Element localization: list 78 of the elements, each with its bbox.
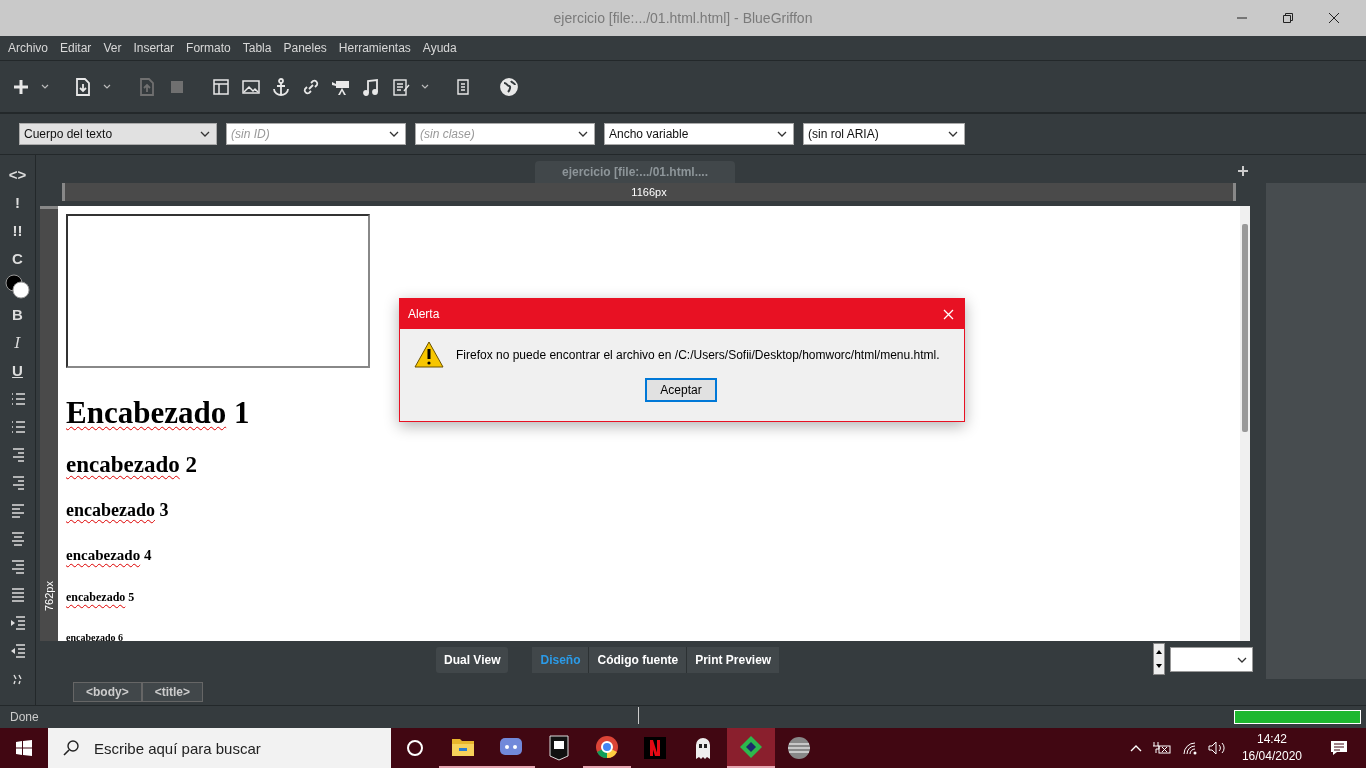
align-center-icon[interactable] [9,531,26,547]
table-icon[interactable] [211,76,231,97]
format-tool[interactable]: U [12,357,23,385]
color-picker-icon[interactable] [4,274,31,300]
heading: encabezado 2 [66,452,198,478]
caret-icon[interactable] [421,83,429,90]
justify-icon[interactable] [9,587,26,603]
battery-icon[interactable] [1151,741,1172,755]
horizontal-ruler: 1166px [62,183,1236,201]
menu-item[interactable]: Archivo [8,41,48,55]
window-title: ejercicio [file:.../01.html.html] - BlueGriffon [553,10,813,26]
menu-item[interactable]: Insertar [133,41,175,55]
format-tool[interactable]: B [12,301,23,329]
indent-icon[interactable] [9,615,26,631]
menu-item[interactable]: Paneles [283,41,327,55]
search-field[interactable]: Escribe aquí para buscar [48,728,391,768]
format-tool[interactable]: ! [15,189,20,217]
caret-icon[interactable] [41,83,49,90]
menu-item[interactable]: Tabla [242,41,272,55]
outdent-icon[interactable] [9,643,26,659]
dropdown[interactable] [1170,647,1253,672]
caret-icon [578,131,588,137]
menu-item[interactable]: Ayuda [422,41,457,55]
align-left-icon[interactable] [9,503,26,519]
heading: encabezado 4 [66,547,153,564]
bullet-list-icon[interactable] [9,391,26,407]
dropdown[interactable]: Cuerpo del texto [19,123,217,145]
menu-item[interactable]: Herramientas [338,41,411,55]
plus-icon[interactable] [1238,166,1248,176]
menu-item[interactable]: Formato [186,41,231,55]
notification-icon[interactable] [1330,740,1348,756]
heading: encabezado 5 [66,590,136,604]
caret-icon [948,131,958,137]
globe-icon[interactable] [499,76,519,97]
dialog-message: Firefox no puede encontrar el archivo en /C:/Users/Sofii/Desktop/homworc/html/menu.html. [456,347,940,362]
document-icon[interactable] [73,76,93,97]
view-tab[interactable]: Print Preview [686,647,780,673]
caret-icon [200,131,210,137]
caret-icon [389,131,399,137]
numbered-list-icon[interactable] [9,419,26,435]
clipboard-icon[interactable] [391,76,411,97]
status-text: Done [10,710,39,724]
spinner[interactable] [1153,643,1165,675]
volume-icon[interactable] [1207,741,1226,755]
format-tool[interactable]: !! [12,217,23,245]
dropdown[interactable]: Ancho variable [604,123,794,145]
align-right-icon[interactable] [9,559,26,575]
editor-app-icon[interactable] [727,728,775,768]
breadcrumb-item[interactable]: <title> [141,682,204,702]
restore-icon[interactable] [1282,12,1294,24]
vertical-ruler: 762px [40,206,58,641]
dual-view-button[interactable]: Dual View [436,647,509,673]
format-tool[interactable]: I [14,329,21,357]
menu-item[interactable]: Editar [60,41,92,55]
dropdown[interactable]: (sin rol ARIA) [803,123,965,145]
search-icon [62,739,80,757]
windows-logo-icon[interactable] [16,740,32,756]
wifi-icon[interactable] [1181,741,1198,755]
scrollbar[interactable] [1240,206,1250,641]
music-note-icon[interactable] [361,76,381,97]
dialog-title: Alerta [408,307,440,321]
caret-icon [777,131,787,137]
heading: Encabezado 1 [66,396,251,431]
heading: encabezado 3 [66,501,170,522]
caret-icon[interactable] [103,83,111,90]
clock-time[interactable]: 14:42 [1256,731,1287,748]
menu-item[interactable]: Ver [103,41,122,55]
breadcrumb-item[interactable]: <body> [73,682,142,702]
heading: encabezado 6 [66,631,124,641]
format-tool[interactable]: <> [8,161,27,189]
clock-date[interactable]: 16/04/2020 [1241,748,1302,765]
accept-button[interactable]: Aceptar [645,378,717,402]
format-tool[interactable]: C [12,245,23,273]
close-icon[interactable] [1328,12,1340,24]
warning-icon [414,341,444,368]
anchor-icon[interactable] [271,76,291,97]
caret-icon [1237,656,1247,663]
chevron-up-icon[interactable] [1129,744,1142,752]
